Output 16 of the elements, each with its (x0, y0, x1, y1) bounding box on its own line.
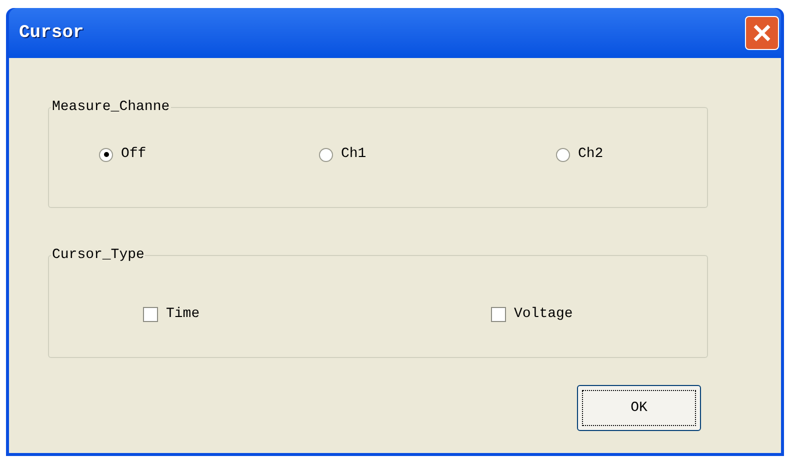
radio-label: Ch2 (578, 145, 604, 164)
checkbox-label: Voltage (514, 305, 573, 324)
close-icon (752, 23, 772, 43)
ok-button[interactable]: OK (577, 385, 701, 431)
checkbox-label: Time (166, 305, 200, 324)
group-legend: Cursor_Type (51, 245, 146, 266)
radio-button[interactable] (556, 148, 570, 162)
radio-button[interactable] (319, 148, 333, 162)
group-legend: Measure_Channe (51, 97, 171, 118)
radio-button[interactable] (99, 148, 113, 162)
radio-label: Off (121, 145, 146, 164)
radio-label: Ch1 (341, 145, 366, 164)
checkbox[interactable] (143, 307, 158, 322)
checkbox[interactable] (491, 307, 506, 322)
close-button[interactable] (745, 16, 779, 50)
window-title: Cursor (19, 22, 84, 44)
